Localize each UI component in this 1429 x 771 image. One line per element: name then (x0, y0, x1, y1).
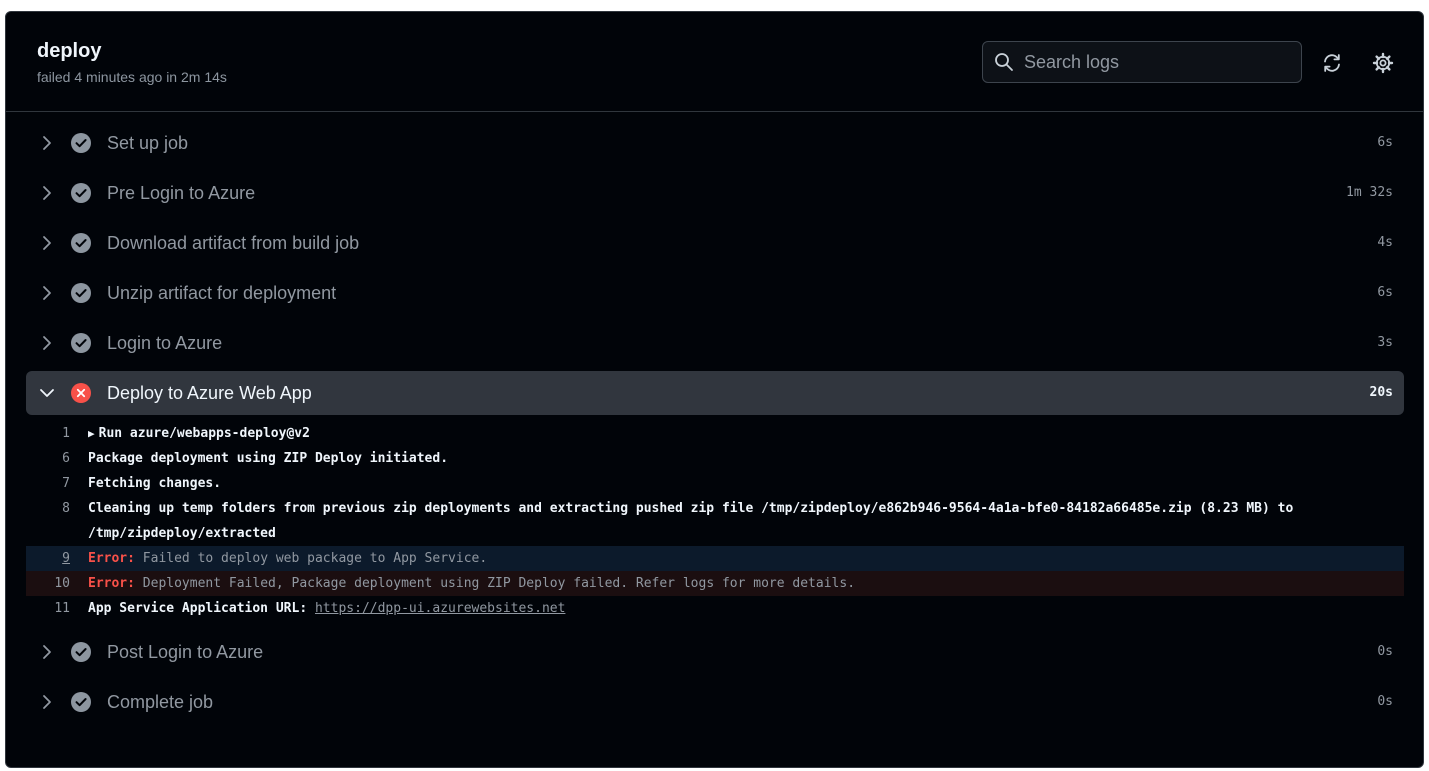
line-number[interactable]: 10 (26, 571, 88, 596)
log-line-error[interactable]: 9 Error: Failed to deploy web package to… (26, 546, 1404, 571)
log-line[interactable]: 7 Fetching changes. (26, 471, 1404, 496)
log-output: 1 ▶ Run azure/webapps-deploy@v2 6 Package… (26, 415, 1404, 630)
check-circle-icon (71, 233, 91, 253)
error-label: Error: (88, 551, 135, 566)
step-duration: 20s (1369, 385, 1393, 400)
log-line[interactable]: 1 ▶ Run azure/webapps-deploy@v2 (26, 421, 1404, 446)
check-circle-icon (71, 642, 91, 662)
line-number[interactable]: 1 (26, 421, 88, 446)
log-line-error[interactable]: 10 Error: Deployment Failed, Package dep… (26, 571, 1404, 596)
log-text: Package deployment using ZIP Deploy init… (88, 451, 449, 466)
chevron-right-icon (43, 286, 51, 300)
step-download-artifact[interactable]: Download artifact from build job 4s (26, 221, 1404, 265)
check-circle-icon (71, 283, 91, 303)
check-circle-icon (71, 333, 91, 353)
error-message: Deployment Failed, Package deployment us… (134, 576, 856, 591)
step-set-up-job[interactable]: Set up job 6s (26, 121, 1404, 165)
step-unzip-artifact[interactable]: Unzip artifact for deployment 6s (26, 271, 1404, 315)
line-number[interactable]: 11 (26, 596, 88, 621)
step-name: Post Login to Azure (107, 642, 264, 662)
step-duration: 0s (1377, 694, 1393, 709)
step-duration: 6s (1377, 285, 1393, 300)
step-name: Login to Azure (107, 333, 223, 353)
step-post-login-to-azure[interactable]: Post Login to Azure 0s (26, 630, 1404, 674)
log-line[interactable]: 11 App Service Application URL: https://… (26, 596, 1404, 621)
job-title: deploy (37, 40, 102, 62)
app-url-link[interactable]: https://dpp-ui.azurewebsites.net (315, 601, 565, 616)
step-name: Set up job (107, 133, 189, 153)
check-circle-icon (71, 692, 91, 712)
step-complete-job[interactable]: Complete job 0s (26, 680, 1404, 724)
chevron-down-icon (40, 389, 54, 397)
chevron-right-icon (43, 645, 51, 659)
step-name: Deploy to Azure Web App (107, 383, 312, 403)
step-duration: 6s (1377, 135, 1393, 150)
refresh-button[interactable] (1317, 48, 1347, 78)
sync-icon (1324, 54, 1340, 72)
check-circle-icon (71, 133, 91, 153)
log-text: Fetching changes. (88, 476, 222, 491)
search-box[interactable] (982, 41, 1302, 83)
triangle-right-icon[interactable]: ▶ (88, 421, 95, 446)
log-text: Run azure/webapps-deploy@v2 (98, 426, 310, 441)
search-icon (995, 53, 1013, 71)
step-duration: 0s (1377, 644, 1393, 659)
step-duration: 3s (1377, 335, 1393, 350)
chevron-right-icon (43, 136, 51, 150)
line-number[interactable]: 6 (26, 446, 88, 471)
step-duration: 1m 32s (1346, 185, 1393, 200)
steps-list: Set up job 6s Pre Login to Azure 1m 32s … (26, 121, 1404, 730)
error-message: Failed to deploy web package to App Serv… (134, 551, 488, 566)
x-circle-icon (71, 383, 91, 403)
line-number[interactable]: 8 (26, 496, 88, 546)
settings-button[interactable] (1368, 48, 1398, 78)
log-text: Cleaning up temp folders from previous z… (88, 501, 1302, 541)
gear-icon (1372, 52, 1394, 74)
chevron-right-icon (43, 186, 51, 200)
log-line[interactable]: 8 Cleaning up temp folders from previous… (26, 496, 1404, 546)
job-header: deploy failed 4 minutes ago in 2m 14s (6, 12, 1423, 112)
step-name: Download artifact from build job (107, 233, 360, 253)
line-number[interactable]: 7 (26, 471, 88, 496)
step-login-to-azure[interactable]: Login to Azure 3s (26, 321, 1404, 365)
step-name: Pre Login to Azure (107, 183, 256, 203)
log-line[interactable]: 6 Package deployment using ZIP Deploy in… (26, 446, 1404, 471)
step-deploy-to-azure-web-app[interactable]: Deploy to Azure Web App 20s (26, 371, 1404, 415)
chevron-right-icon (43, 236, 51, 250)
step-duration: 4s (1377, 235, 1393, 250)
job-log-panel: deploy failed 4 minutes ago in 2m 14s Se… (5, 11, 1424, 768)
step-pre-login-to-azure[interactable]: Pre Login to Azure 1m 32s (26, 171, 1404, 215)
error-label: Error: (88, 576, 135, 591)
job-status: failed 4 minutes ago in 2m 14s (37, 69, 227, 85)
check-circle-icon (71, 183, 91, 203)
search-input[interactable] (1024, 51, 1284, 73)
step-name: Unzip artifact for deployment (107, 283, 337, 303)
log-text: App Service Application URL: (88, 601, 315, 616)
chevron-right-icon (43, 336, 51, 350)
step-name: Complete job (107, 692, 214, 712)
chevron-right-icon (43, 695, 51, 709)
line-number[interactable]: 9 (26, 546, 88, 571)
